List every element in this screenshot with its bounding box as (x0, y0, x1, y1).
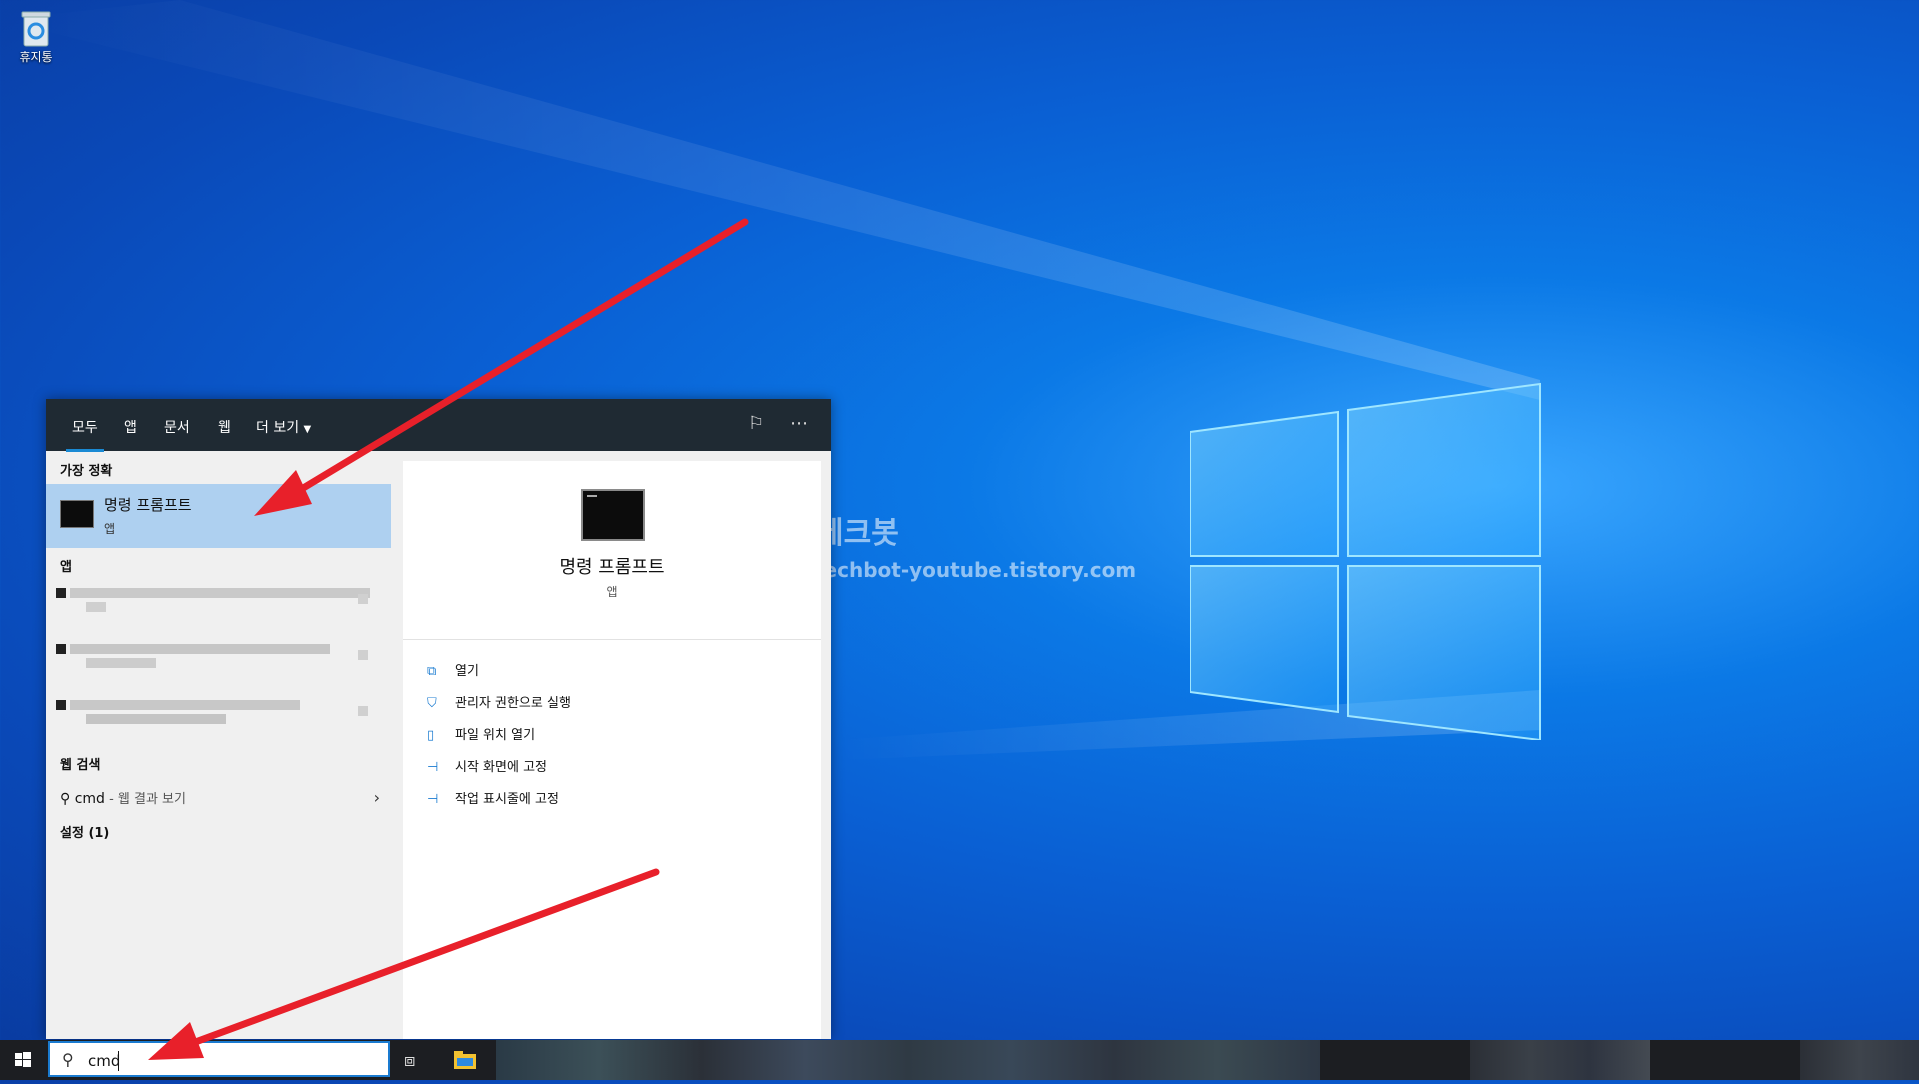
feedback-icon[interactable]: ⚐ (748, 413, 764, 434)
start-button[interactable] (0, 1040, 46, 1080)
search-panel-header: 모두 앱 문서 웹 더 보기 ▼ ⚐ ⋯ (46, 399, 831, 452)
web-search-result[interactable]: ⚲ cmd - 웹 결과 보기 › (60, 788, 380, 808)
watermark: 테크봇 techbot-youtube.tistory.com (814, 508, 1136, 582)
pin-icon: ⊣ (427, 760, 439, 775)
clock-area[interactable] (1800, 1040, 1919, 1080)
recycle-bin-icon (18, 8, 54, 48)
file-location-icon: ▯ (427, 728, 435, 743)
recycle-bin-desktop-icon[interactable]: 휴지통 (12, 8, 60, 65)
apps-heading: 앱 (60, 560, 72, 575)
text-caret (118, 1051, 119, 1071)
search-input-value: cmd (88, 1052, 121, 1070)
watermark-line1: 테크봇 (816, 516, 899, 551)
detail-title: 명령 프롬프트 (559, 557, 665, 578)
detail-pane: 명령 프롬프트 앱 (403, 461, 821, 640)
tab-apps[interactable]: 앱 (124, 417, 137, 437)
search-icon: ⚲ (60, 791, 71, 807)
shield-icon: ⛉ (427, 696, 437, 711)
best-match-item[interactable]: 명령 프롬프트 앱 (46, 484, 391, 548)
watermark-line2: techbot-youtube.tistory.com (814, 558, 1137, 582)
more-options-icon[interactable]: ⋯ (790, 413, 808, 434)
chevron-right-icon: › (373, 788, 380, 807)
list-item[interactable] (56, 700, 376, 734)
detail-actions: ⧉ 열기 ⛉ 관리자 권한으로 실행 ▯ 파일 위치 열기 ⊣ 시작 화면에 고정 ⊣ 작… (403, 640, 821, 1039)
best-match-heading: 가장 정확 (60, 464, 113, 479)
action-open-file-location[interactable]: ▯ 파일 위치 열기 (427, 724, 535, 746)
action-pin-to-taskbar[interactable]: ⊣ 작업 표시줄에 고정 (427, 788, 559, 810)
action-label: 작업 표시줄에 고정 (455, 792, 559, 807)
tab-more[interactable]: 더 보기 ▼ (256, 417, 311, 437)
windows-logo-wallpaper (1190, 382, 1541, 740)
action-label: 열기 (455, 664, 479, 679)
web-search-heading: 웹 검색 (60, 758, 101, 773)
list-item[interactable] (56, 644, 376, 678)
best-match-title: 명령 프롬프트 (104, 496, 192, 514)
tab-documents[interactable]: 문서 (164, 417, 190, 437)
open-icon: ⧉ (427, 664, 437, 679)
recycle-bin-label: 휴지통 (19, 50, 53, 64)
tab-more-label: 더 보기 (256, 420, 300, 436)
detail-subtitle: 앱 (606, 585, 618, 599)
action-label: 관리자 권한으로 실행 (455, 696, 571, 711)
web-search-query: cmd (74, 791, 105, 807)
action-pin-to-start[interactable]: ⊣ 시작 화면에 고정 (427, 756, 547, 778)
chevron-down-icon: ▼ (303, 424, 312, 435)
action-label: 파일 위치 열기 (455, 728, 536, 743)
action-run-as-admin[interactable]: ⛉ 관리자 권한으로 실행 (427, 692, 571, 714)
action-open[interactable]: ⧉ 열기 (427, 660, 479, 682)
file-explorer-icon[interactable] (454, 1050, 476, 1074)
search-icon: ⚲ (62, 1050, 74, 1069)
command-prompt-icon-large (581, 489, 645, 541)
list-item[interactable] (56, 588, 376, 622)
taskbar-pinned-apps[interactable] (496, 1040, 1320, 1080)
tab-all[interactable]: 모두 (66, 417, 104, 452)
windows-start-icon (15, 1052, 31, 1067)
system-tray[interactable] (1470, 1040, 1650, 1080)
settings-heading: 설정 (1) (60, 826, 110, 841)
pin-icon: ⊣ (427, 792, 439, 807)
best-match-subtitle: 앱 (104, 522, 116, 536)
command-prompt-icon (60, 500, 94, 528)
taskbar-search-box[interactable]: ⚲ cmd (48, 1041, 390, 1077)
tab-web[interactable]: 웹 (218, 417, 231, 437)
web-search-suffix: - 웹 결과 보기 (104, 792, 186, 807)
action-label: 시작 화면에 고정 (455, 760, 547, 775)
task-view-icon[interactable]: ⧈ (404, 1050, 415, 1071)
